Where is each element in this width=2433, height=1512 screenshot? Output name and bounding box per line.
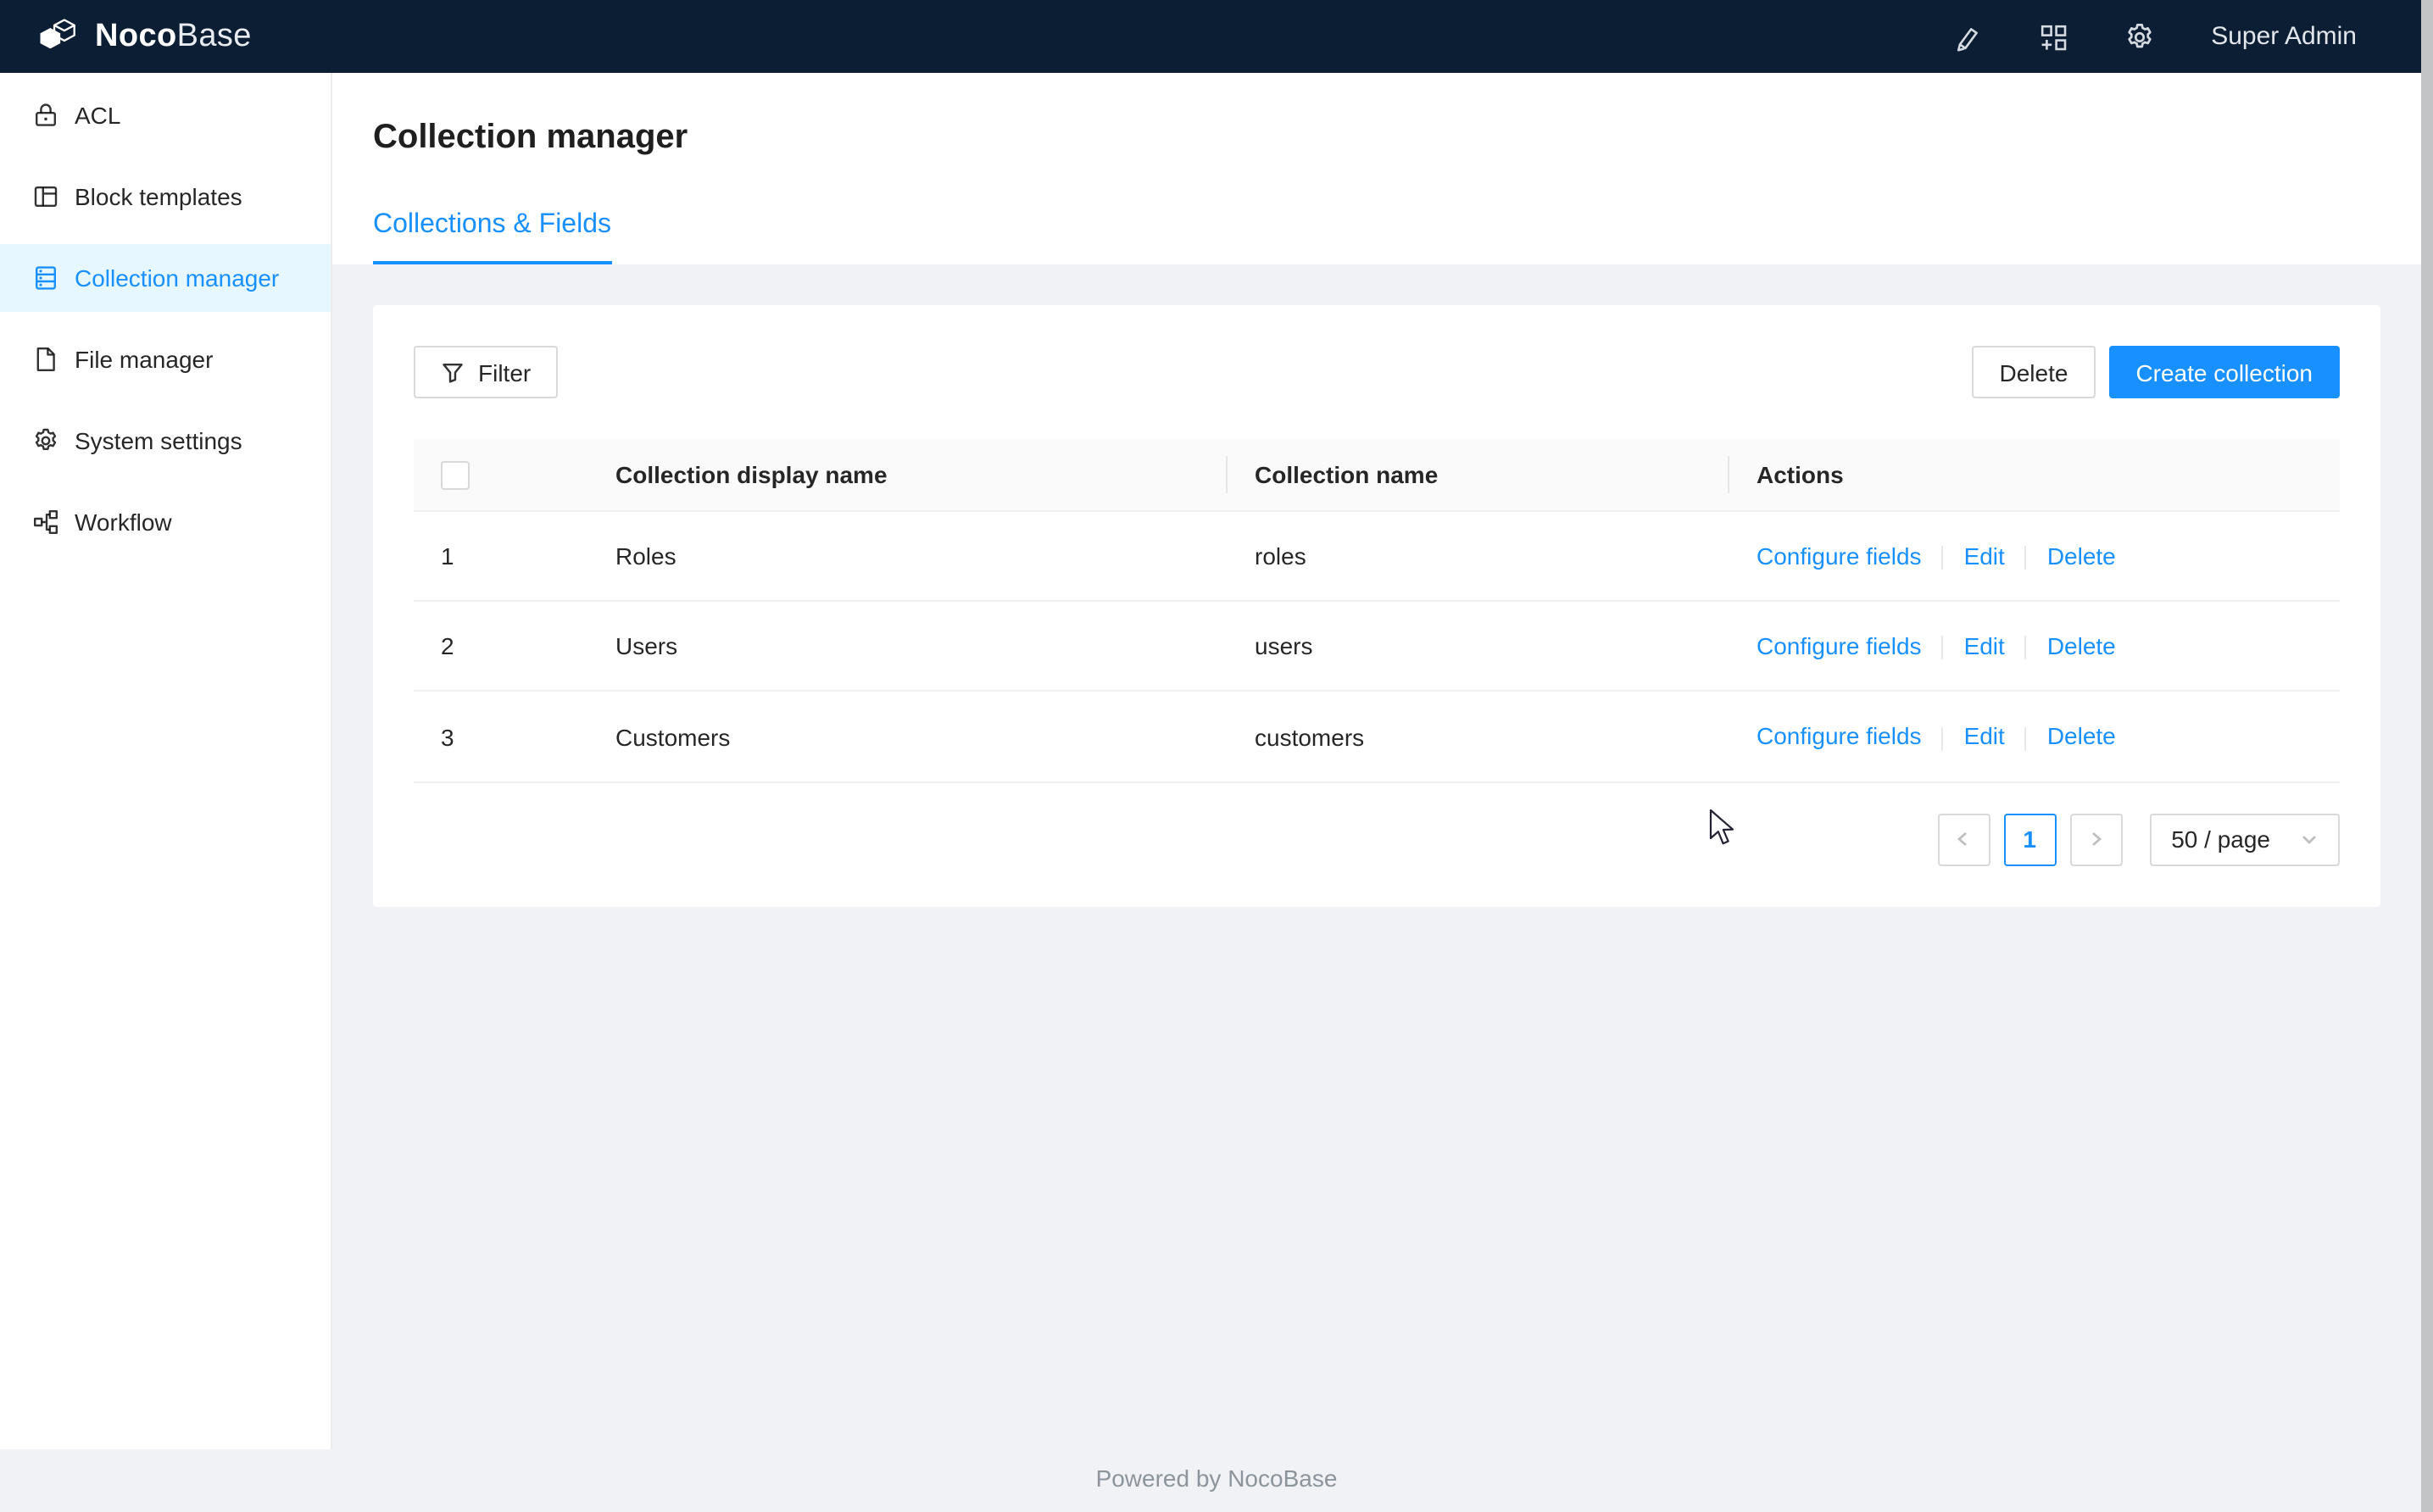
sidebar-item-label: System settings: [75, 427, 242, 454]
pagination-prev-button[interactable]: [1937, 813, 1990, 865]
filter-button-label: Filter: [478, 359, 531, 386]
divider: [1942, 546, 1944, 570]
sidebar-item-label: ACL: [75, 102, 120, 129]
tab-bar: Collections & Fields: [373, 210, 611, 264]
collections-table: Collection display name Collection name …: [414, 439, 2340, 782]
configure-fields-link[interactable]: Configure fields: [1757, 542, 1922, 570]
cell-display-name: Users: [588, 601, 1228, 692]
sidebar-item-file-manager[interactable]: File manager: [0, 325, 331, 393]
nocobase-logo-icon: [36, 14, 80, 58]
select-all-header-cell: [414, 439, 588, 511]
brand-text: NocoBase: [95, 18, 252, 55]
top-bar: NocoBase Super Admin: [0, 0, 2433, 73]
edit-link[interactable]: Edit: [1964, 542, 2005, 570]
create-collection-button-label: Create collection: [2135, 359, 2313, 386]
filter-funnel-icon: [441, 360, 465, 384]
sidebar-item-label: Workflow: [75, 509, 172, 536]
column-header-collection-name: Collection name: [1228, 439, 1729, 511]
content-area: Filter Delete Create collection: [332, 264, 2421, 947]
toolbar-right: Delete Create collection: [1973, 346, 2341, 398]
select-all-checkbox[interactable]: [441, 461, 470, 490]
cell-collection-name: customers: [1228, 692, 1729, 782]
vertical-scrollbar[interactable]: [2421, 0, 2433, 1512]
tab-collections-and-fields[interactable]: Collections & Fields: [373, 210, 611, 264]
sidebar-item-acl[interactable]: ACL: [0, 81, 331, 149]
chevron-right-icon: [2087, 831, 2104, 848]
sidebar-item-label: Block templates: [75, 183, 242, 210]
layout-icon: [32, 183, 59, 210]
page-header: Collection manager Collections & Fields: [332, 73, 2421, 264]
delete-link[interactable]: Delete: [2047, 632, 2116, 659]
page-size-value: 50 / page: [2171, 825, 2270, 853]
create-collection-button[interactable]: Create collection: [2108, 346, 2340, 398]
configure-fields-link[interactable]: Configure fields: [1757, 723, 1922, 750]
cell-collection-name: roles: [1228, 511, 1729, 602]
edit-link[interactable]: Edit: [1964, 723, 2005, 750]
divider: [1942, 726, 1944, 750]
delete-link[interactable]: Delete: [2047, 723, 2116, 750]
divider: [2025, 726, 2027, 750]
sidebar-item-system-settings[interactable]: System settings: [0, 407, 331, 475]
powered-by-footer: Powered by NocoBase: [0, 1465, 2433, 1492]
chevron-left-icon: [1955, 831, 1972, 848]
table-header-row: Collection display name Collection name …: [414, 439, 2340, 511]
divider: [1942, 636, 1944, 660]
gear-icon: [32, 427, 59, 454]
pagination-next-button[interactable]: [2069, 813, 2122, 865]
row-index: 3: [414, 692, 588, 782]
filter-button[interactable]: Filter: [414, 346, 558, 398]
pagination: 1 50 / page: [414, 813, 2340, 865]
divider: [2025, 636, 2027, 660]
table-row[interactable]: 3 Customers customers Configure fields Ed…: [414, 692, 2340, 782]
cell-actions: Configure fields Edit Delete: [1729, 601, 2340, 692]
main-area: Collection manager Collections & Fields …: [332, 73, 2421, 1512]
brand[interactable]: NocoBase: [36, 14, 252, 58]
sidebar-item-workflow[interactable]: Workflow: [0, 488, 331, 556]
sidebar-item-collection-manager[interactable]: Collection manager: [0, 244, 331, 312]
table-row[interactable]: 1 Roles roles Configure fields Edit Delete: [414, 511, 2340, 602]
database-icon: [32, 264, 59, 292]
app-root: NocoBase Super Admin: [0, 0, 2433, 1512]
table-toolbar: Filter Delete Create collection: [414, 346, 2340, 398]
collections-card: Filter Delete Create collection: [373, 305, 2380, 906]
pagination-page-1[interactable]: 1: [2003, 813, 2056, 865]
column-header-actions: Actions: [1729, 439, 2340, 511]
sidebar-item-label: File manager: [75, 346, 213, 373]
page-title: Collection manager: [373, 73, 2380, 161]
file-icon: [32, 346, 59, 373]
chevron-down-icon: [2301, 831, 2318, 848]
plugin-add-icon[interactable]: [2038, 21, 2068, 52]
row-index: 2: [414, 601, 588, 692]
cell-display-name: Customers: [588, 692, 1228, 782]
delete-link[interactable]: Delete: [2047, 542, 2116, 570]
table-row[interactable]: 2 Users users Configure fields Edit Delete: [414, 601, 2340, 692]
cell-actions: Configure fields Edit Delete: [1729, 692, 2340, 782]
page-size-select[interactable]: 50 / page: [2149, 813, 2340, 865]
cell-display-name: Roles: [588, 511, 1228, 602]
column-header-display-name: Collection display name: [588, 439, 1228, 511]
brand-bold: Noco: [95, 18, 177, 53]
settings-gear-icon[interactable]: [2124, 21, 2155, 52]
cell-collection-name: users: [1228, 601, 1729, 692]
configure-fields-link[interactable]: Configure fields: [1757, 632, 1922, 659]
edit-link[interactable]: Edit: [1964, 632, 2005, 659]
topbar-actions: Super Admin: [1951, 21, 2357, 52]
settings-sidebar: ACL Block templates Collection manager: [0, 73, 332, 1449]
delete-button[interactable]: Delete: [1973, 346, 2096, 398]
divider: [2025, 546, 2027, 570]
delete-button-label: Delete: [2000, 359, 2068, 386]
sidebar-item-label: Collection manager: [75, 264, 279, 292]
lock-icon: [32, 102, 59, 129]
brand-light: Base: [177, 18, 252, 53]
cell-actions: Configure fields Edit Delete: [1729, 511, 2340, 602]
sidebar-item-block-templates[interactable]: Block templates: [0, 163, 331, 231]
ui-editor-pen-icon[interactable]: [1951, 21, 1982, 52]
row-index: 1: [414, 511, 588, 602]
workflow-icon: [32, 509, 59, 536]
user-menu[interactable]: Super Admin: [2211, 22, 2357, 51]
